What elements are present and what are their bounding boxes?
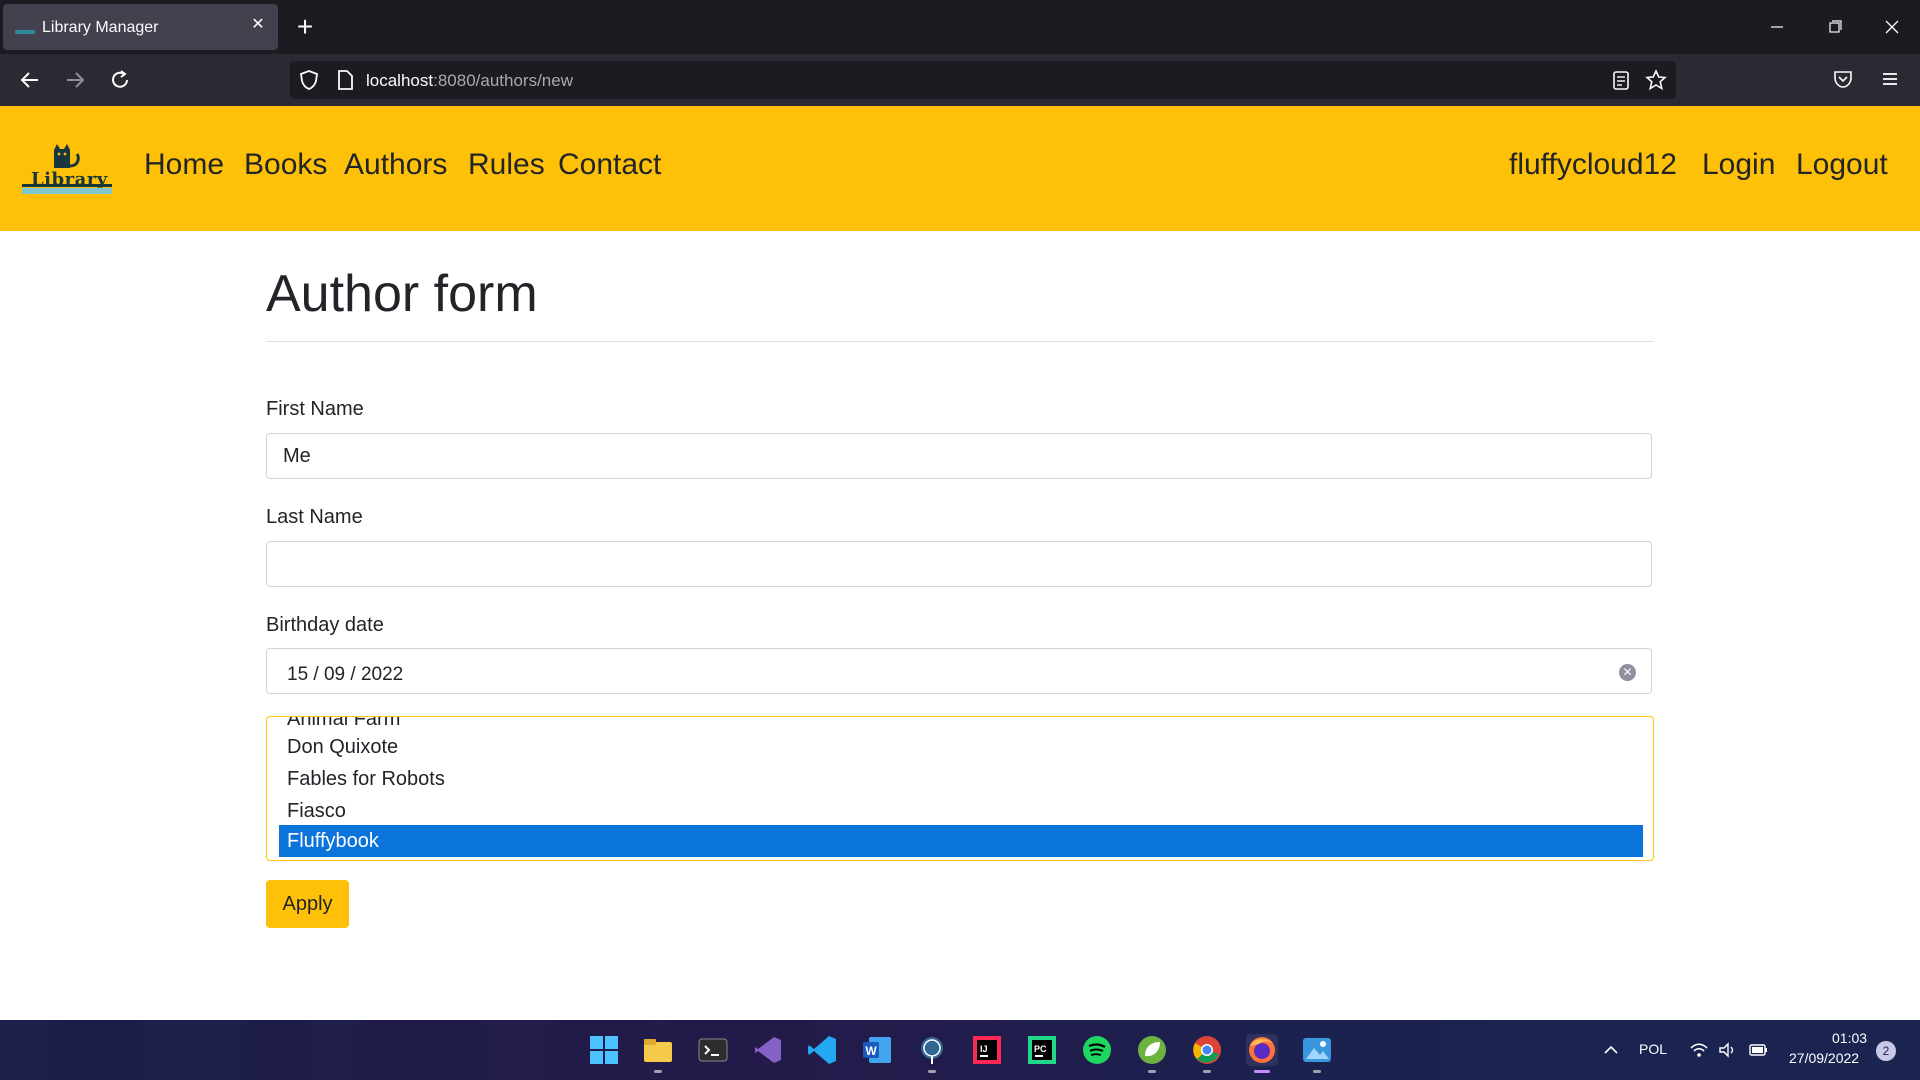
- birthday-date-field[interactable]: [266, 648, 1652, 694]
- new-tab-icon[interactable]: +: [293, 10, 317, 44]
- photos-icon[interactable]: [1301, 1034, 1333, 1066]
- nav-authors[interactable]: Authors: [344, 148, 447, 182]
- nav-login[interactable]: Login: [1702, 148, 1775, 182]
- notification-badge[interactable]: 2: [1876, 1041, 1896, 1061]
- reader-view-icon[interactable]: [1610, 69, 1634, 93]
- book-option-selected[interactable]: Fluffybook: [279, 825, 1643, 857]
- running-indicator: [928, 1070, 936, 1073]
- birthday-date-value[interactable]: 15 / 09 / 2022: [287, 664, 403, 686]
- page-info-icon[interactable]: [335, 69, 359, 93]
- nav-username[interactable]: fluffycloud12: [1509, 148, 1677, 182]
- apply-button[interactable]: Apply: [266, 880, 349, 928]
- running-indicator: [1203, 1070, 1211, 1073]
- browser-tab-bar: Library Manager ✕ +: [0, 0, 1920, 54]
- language-indicator[interactable]: POL: [1639, 1041, 1667, 1057]
- tab-title: Library Manager: [42, 19, 159, 36]
- clock-date[interactable]: 27/09/2022: [1789, 1050, 1859, 1066]
- svg-text:W: W: [865, 1044, 877, 1058]
- nav-rules[interactable]: Rules: [468, 148, 545, 182]
- svg-text:PC: PC: [1034, 1044, 1047, 1054]
- shield-icon[interactable]: [298, 69, 322, 93]
- file-explorer-icon[interactable]: [642, 1034, 674, 1066]
- minimize-icon[interactable]: [1762, 13, 1792, 41]
- forward-icon[interactable]: [63, 68, 87, 92]
- first-name-label: First Name: [266, 398, 364, 420]
- running-indicator: [654, 1070, 662, 1073]
- chevron-up-icon[interactable]: [1601, 1040, 1621, 1060]
- nav-home[interactable]: Home: [144, 148, 224, 182]
- page-title: Author form: [266, 265, 538, 323]
- running-indicator: [1313, 1070, 1321, 1073]
- word-icon[interactable]: W: [861, 1034, 893, 1066]
- start-icon[interactable]: [588, 1034, 620, 1066]
- logo-shelf: [22, 188, 112, 194]
- spotify-icon[interactable]: [1081, 1034, 1113, 1066]
- wifi-icon[interactable]: [1689, 1040, 1709, 1060]
- close-tab-icon[interactable]: ✕: [248, 14, 268, 36]
- intellij-icon[interactable]: IJ: [971, 1034, 1003, 1066]
- postgresql-icon[interactable]: [916, 1034, 948, 1066]
- active-indicator: [1254, 1070, 1270, 1073]
- svg-text:IJ: IJ: [980, 1044, 988, 1054]
- clear-date-icon[interactable]: ✕: [1619, 664, 1636, 681]
- logo-underline: [22, 184, 112, 187]
- browser-tab[interactable]: Library Manager ✕: [3, 4, 278, 50]
- chrome-icon[interactable]: [1191, 1034, 1223, 1066]
- back-icon[interactable]: [18, 68, 42, 92]
- last-name-label: Last Name: [266, 506, 363, 528]
- books-select[interactable]: Animal Farm Don Quixote Fables for Robot…: [266, 716, 1654, 861]
- nav-logout[interactable]: Logout: [1796, 148, 1888, 182]
- battery-icon[interactable]: [1746, 1040, 1767, 1060]
- nav-books[interactable]: Books: [244, 148, 327, 182]
- terminal-icon[interactable]: [697, 1034, 729, 1066]
- favicon-icon: [15, 30, 35, 34]
- spring-icon[interactable]: [1136, 1034, 1168, 1066]
- book-option[interactable]: Fiasco: [279, 795, 1643, 827]
- book-option[interactable]: Fables for Robots: [279, 763, 1643, 795]
- reload-icon[interactable]: [108, 68, 132, 92]
- title-divider: [266, 341, 1654, 342]
- running-indicator: [1148, 1070, 1156, 1073]
- nav-contact[interactable]: Contact: [558, 148, 661, 182]
- bookmark-star-icon[interactable]: [1645, 69, 1669, 93]
- pycharm-icon[interactable]: PC: [1026, 1034, 1058, 1066]
- menu-icon[interactable]: [1879, 68, 1903, 92]
- pocket-icon[interactable]: [1832, 68, 1856, 92]
- volume-icon[interactable]: [1717, 1040, 1737, 1060]
- visual-studio-icon[interactable]: [752, 1034, 784, 1066]
- clock-time[interactable]: 01:03: [1832, 1030, 1867, 1046]
- taskbar: [0, 1020, 1920, 1080]
- book-option[interactable]: Don Quixote: [279, 731, 1643, 763]
- restore-icon[interactable]: [1820, 13, 1850, 41]
- close-window-icon[interactable]: [1877, 13, 1907, 41]
- firefox-icon[interactable]: [1246, 1034, 1278, 1066]
- url-text[interactable]: localhost:8080/authors/new: [366, 71, 573, 91]
- first-name-field[interactable]: [266, 433, 1652, 479]
- vscode-icon[interactable]: [806, 1034, 838, 1066]
- last-name-field[interactable]: [266, 541, 1652, 587]
- birthday-label: Birthday date: [266, 614, 384, 636]
